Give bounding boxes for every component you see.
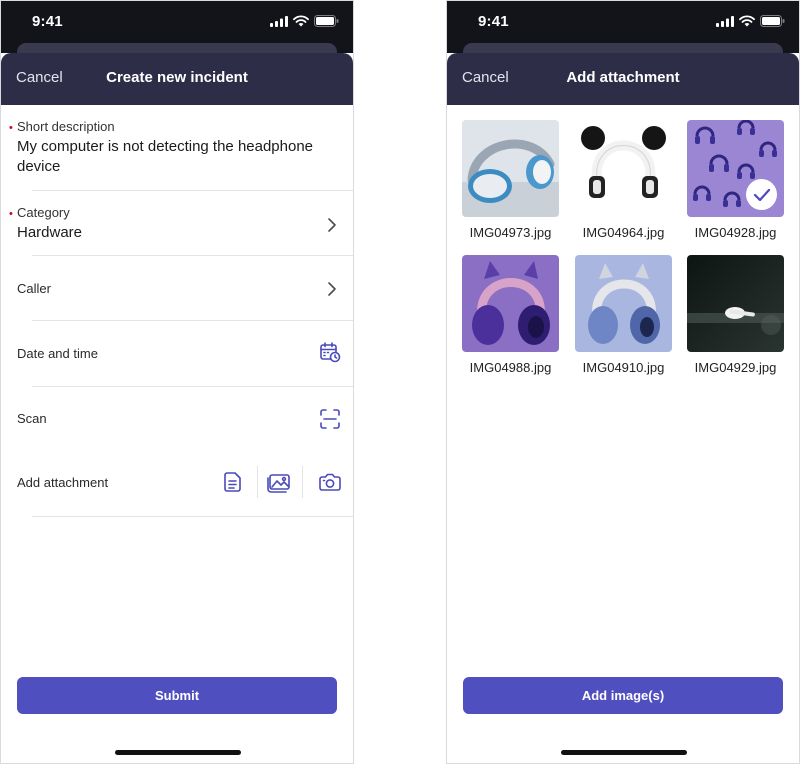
camera-icon[interactable]: [318, 470, 342, 494]
attachment-field: Add attachment: [17, 451, 353, 517]
image-thumbnail[interactable]: [687, 255, 784, 352]
date-time-field[interactable]: Date and time: [17, 321, 353, 387]
image-thumbnail[interactable]: [462, 255, 559, 352]
image-thumbnail[interactable]: [575, 120, 672, 217]
image-filename: IMG04910.jpg: [582, 360, 665, 375]
short-description-value[interactable]: My computer is not detecting the headpho…: [17, 137, 337, 177]
caller-field[interactable]: Caller: [17, 256, 353, 321]
wifi-icon: [739, 15, 755, 27]
category-value: Hardware: [17, 224, 83, 241]
battery-icon: [760, 15, 785, 27]
create-incident-screen: 9:41 Cancel Create new incident • Short …: [0, 0, 354, 764]
nav-header: Cancel Create new incident: [1, 53, 353, 105]
divider: [302, 466, 303, 498]
calendar-clock-icon[interactable]: [318, 340, 342, 364]
image-tile[interactable]: IMG04928.jpg: [687, 120, 784, 240]
image-filename: IMG04929.jpg: [694, 360, 777, 375]
scan-label: Scan: [17, 411, 47, 426]
caller-label: Caller: [17, 281, 51, 296]
image-tile[interactable]: IMG04910.jpg: [575, 255, 672, 375]
page-title: Create new incident: [106, 69, 248, 86]
image-thumbnail[interactable]: [462, 120, 559, 217]
home-indicator: [115, 750, 241, 755]
wifi-icon: [293, 15, 309, 27]
category-field[interactable]: • Category Hardware: [9, 191, 353, 256]
add-images-button[interactable]: Add image(s): [463, 677, 783, 714]
nav-header: Cancel Add attachment: [447, 53, 799, 105]
image-filename: IMG04928.jpg: [694, 225, 777, 240]
chevron-right-icon: [328, 282, 336, 296]
short-description-field[interactable]: • Short description My computer is not d…: [9, 105, 353, 191]
page-title: Add attachment: [566, 69, 680, 86]
image-filename: IMG04964.jpg: [582, 225, 665, 240]
image-tile[interactable]: IMG04988.jpg: [462, 255, 559, 375]
document-icon[interactable]: [221, 470, 245, 494]
image-tile[interactable]: IMG04929.jpg: [687, 255, 784, 375]
image-filename: IMG04973.jpg: [469, 225, 552, 240]
required-marker: •: [9, 122, 13, 134]
short-description-label: Short description: [17, 119, 115, 134]
add-attachment-screen: 9:41 Cancel Add attachment IMG04973.jpg …: [446, 0, 800, 764]
image-thumbnail[interactable]: [687, 120, 784, 217]
selected-check-icon: [746, 179, 777, 210]
image-gallery-icon[interactable]: [267, 470, 291, 494]
battery-icon: [314, 15, 339, 27]
submit-button[interactable]: Submit: [17, 677, 337, 714]
status-time: 9:41: [478, 13, 509, 30]
category-label: Category: [17, 205, 70, 220]
incident-form: • Short description My computer is not d…: [1, 105, 353, 517]
date-time-label: Date and time: [17, 346, 98, 361]
home-indicator: [561, 750, 687, 755]
required-marker: •: [9, 208, 13, 220]
image-thumbnail[interactable]: [575, 255, 672, 352]
cellular-signal-icon: [270, 15, 288, 27]
chevron-right-icon: [328, 218, 336, 232]
image-tile[interactable]: IMG04973.jpg: [462, 120, 559, 240]
divider: [257, 466, 258, 498]
status-time: 9:41: [32, 13, 63, 30]
image-tile[interactable]: IMG04964.jpg: [575, 120, 672, 240]
image-filename: IMG04988.jpg: [469, 360, 552, 375]
scan-icon[interactable]: [318, 407, 342, 431]
scan-field[interactable]: Scan: [17, 387, 353, 451]
cellular-signal-icon: [716, 15, 734, 27]
